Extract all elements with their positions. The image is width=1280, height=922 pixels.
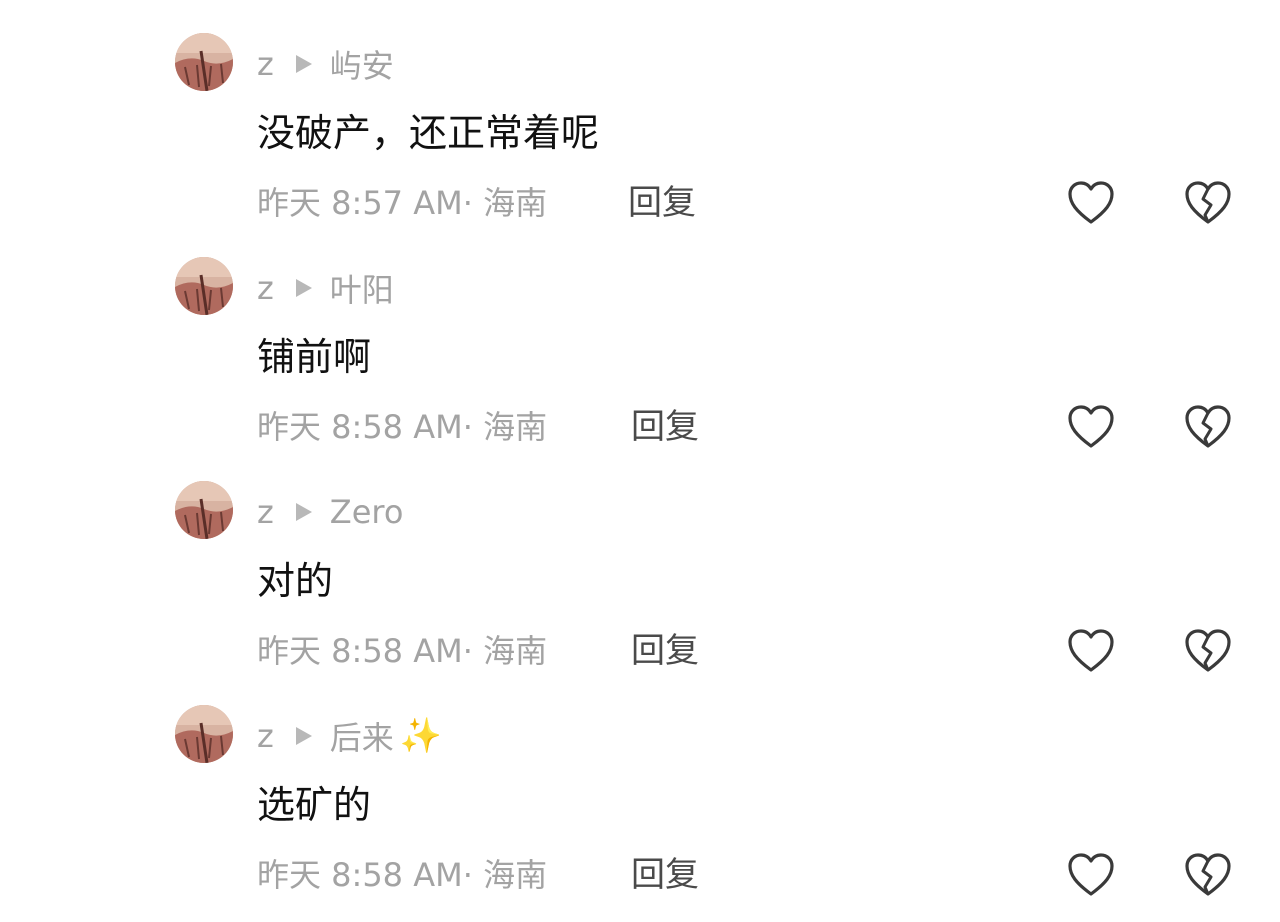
avatar[interactable] [175, 705, 233, 763]
author-row: z Zero [257, 488, 403, 536]
broken-heart-icon[interactable] [1183, 852, 1233, 898]
heart-outline-icon[interactable] [1066, 628, 1116, 674]
sparkle-icon: ✨ [399, 716, 443, 756]
author-name[interactable]: z [257, 493, 274, 531]
heart-outline-icon[interactable] [1066, 852, 1116, 898]
avatar[interactable] [175, 481, 233, 539]
broken-heart-icon[interactable] [1183, 404, 1233, 450]
broken-heart-icon[interactable] [1183, 628, 1233, 674]
author-name[interactable]: z [257, 717, 274, 755]
reply-button[interactable]: 回复 [628, 178, 696, 228]
comment-location: · 海南 [462, 184, 548, 222]
broken-heart-icon[interactable] [1183, 180, 1233, 226]
author-row: z 后来 ✨ [257, 712, 442, 760]
reply-to-name[interactable]: 叶阳 [330, 265, 394, 311]
comment-meta: 昨天 8:57 AM· 海南 [257, 178, 547, 228]
comment-item: z 后来 ✨ 选矿的 昨天 8:58 AM· 海南 回复 [0, 672, 1280, 896]
play-arrow-icon [295, 279, 312, 297]
comment-text: 选矿的 [257, 783, 372, 827]
comment-item: z 屿安 没破产，还正常着呢 昨天 8:57 AM· 海南 回复 [0, 0, 1280, 224]
comment-time: 昨天 8:58 AM [257, 632, 463, 670]
author-row: z 屿安 [257, 40, 394, 88]
comment-text: 没破产，还正常着呢 [257, 111, 600, 155]
avatar[interactable] [175, 257, 233, 315]
reply-button[interactable]: 回复 [631, 626, 699, 676]
comment-time: 昨天 8:58 AM [257, 408, 463, 446]
avatar[interactable] [175, 33, 233, 91]
play-arrow-icon [295, 55, 312, 73]
play-arrow-icon [295, 727, 312, 745]
comment-location: · 海南 [462, 408, 548, 446]
comment-meta: 昨天 8:58 AM· 海南 [257, 626, 547, 676]
play-arrow-icon [295, 503, 312, 521]
comment-time: 昨天 8:58 AM [257, 856, 463, 894]
author-name[interactable]: z [257, 45, 274, 83]
comment-meta: 昨天 8:58 AM· 海南 [257, 850, 547, 900]
comment-meta: 昨天 8:58 AM· 海南 [257, 402, 547, 452]
reply-button[interactable]: 回复 [631, 402, 699, 452]
reply-to-name[interactable]: 后来 [330, 713, 394, 759]
reply-to-name[interactable]: Zero [330, 493, 404, 531]
comment-location: · 海南 [462, 632, 548, 670]
comment-time: 昨天 8:57 AM [257, 184, 463, 222]
comment-location: · 海南 [462, 856, 548, 894]
reply-to-name[interactable]: 屿安 [330, 41, 394, 87]
author-name[interactable]: z [257, 269, 274, 307]
comment-item: z 叶阳 铺前啊 昨天 8:58 AM· 海南 回复 [0, 224, 1280, 448]
heart-outline-icon[interactable] [1066, 404, 1116, 450]
reply-button[interactable]: 回复 [631, 850, 699, 900]
comment-text: 铺前啊 [257, 335, 372, 379]
author-row: z 叶阳 [257, 264, 394, 312]
comment-item: z Zero 对的 昨天 8:58 AM· 海南 回复 [0, 448, 1280, 672]
heart-outline-icon[interactable] [1066, 180, 1116, 226]
comment-text: 对的 [257, 559, 334, 603]
